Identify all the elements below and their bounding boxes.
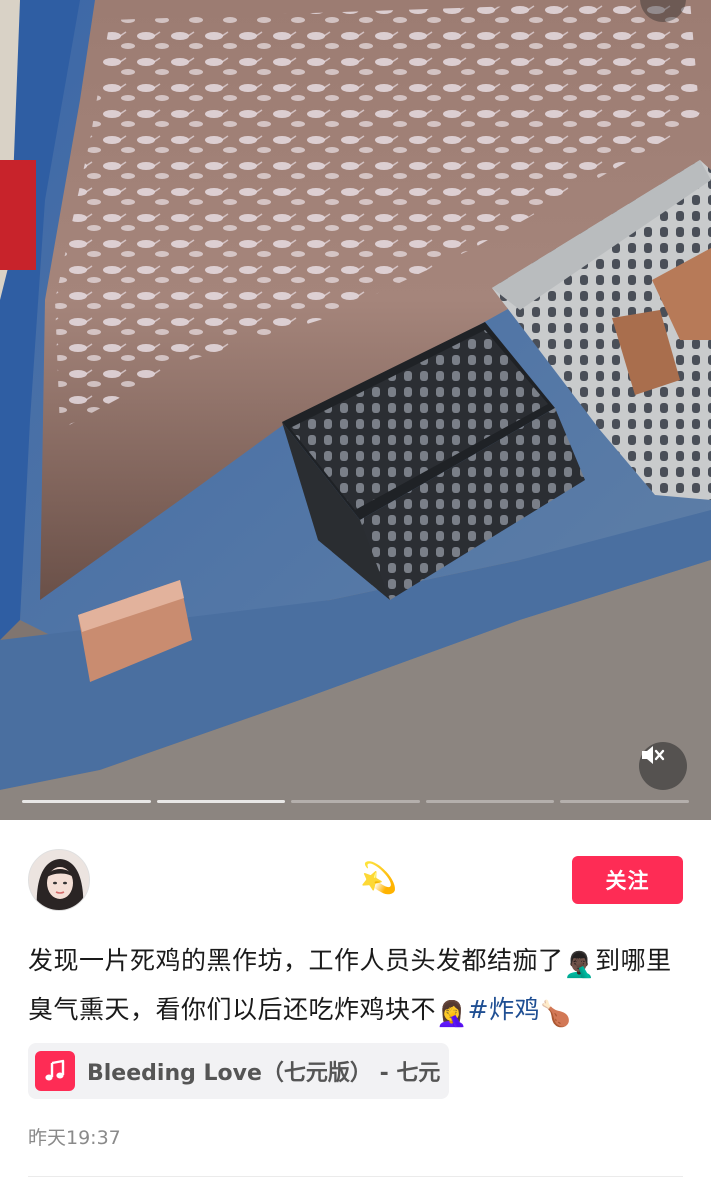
video-player[interactable] — [0, 0, 711, 820]
avatar-image — [29, 850, 89, 910]
progress-segment — [425, 800, 555, 803]
divider — [28, 1176, 683, 1177]
music-title: Bleeding Love（七元版） - 七元 — [87, 1061, 441, 1086]
video-frame — [0, 0, 711, 820]
progress-segment — [22, 800, 151, 803]
progress-segment — [560, 800, 689, 803]
mute-toggle-button[interactable] — [639, 742, 687, 790]
music-chip[interactable]: Bleeding Love（七元版） - 七元 — [28, 1043, 449, 1099]
avatar[interactable] — [28, 849, 90, 911]
drumstick-emoji-icon: 🍗 — [540, 999, 572, 1028]
follow-button[interactable]: 关注 — [572, 856, 683, 904]
music-note-icon — [35, 1051, 75, 1091]
author-row: 💫 关注 — [28, 849, 683, 911]
facepalm-woman-emoji-icon: 🤦‍♀️ — [436, 999, 468, 1028]
video-progress-bar[interactable] — [22, 800, 689, 804]
post-caption: 发现一片死鸡的黑作坊，工作人员头发都结痂了🤦🏿‍♂️到哪里臭气熏天，看你们以后还… — [28, 938, 688, 1036]
dizzy-emoji-icon: 💫 — [360, 861, 398, 896]
post-timestamp: 昨天19:37 — [28, 1127, 121, 1149]
progress-segment — [156, 800, 286, 803]
progress-segment — [291, 800, 420, 803]
facepalm-man-emoji-icon: 🤦🏿‍♂️ — [563, 950, 596, 979]
hashtag-link[interactable]: #炸鸡 — [468, 995, 540, 1024]
caption-text-1: 发现一片死鸡的黑作坊，工作人员头发都结痂了 — [28, 946, 564, 975]
